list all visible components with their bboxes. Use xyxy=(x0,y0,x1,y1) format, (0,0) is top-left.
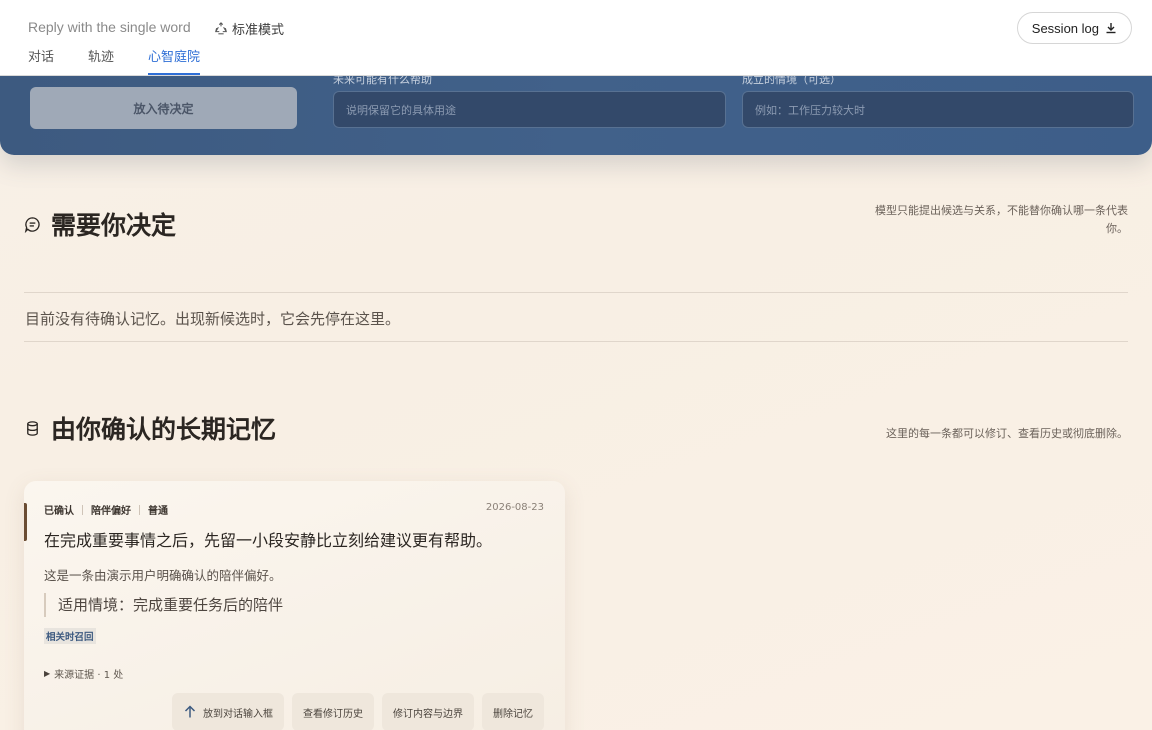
recycle-icon xyxy=(215,21,227,34)
tag-separator xyxy=(139,504,140,515)
divider xyxy=(24,292,1128,293)
status-badge: 已确认 xyxy=(44,506,74,517)
chat-bubble-icon xyxy=(24,216,40,233)
tab-trajectory[interactable]: 轨迹 xyxy=(88,46,114,75)
card-actions: 放到对话输入框 查看修订历史 修订内容与边界 删除记忆 xyxy=(172,693,544,730)
memory-title: 在完成重要事情之后，先留一小段安静比立刻给建议更有帮助。 xyxy=(44,531,493,550)
tab-chat[interactable]: 对话 xyxy=(28,46,54,75)
decide-section-header: 需要你决定 xyxy=(24,206,176,242)
session-log-button[interactable]: Session log xyxy=(1016,12,1132,44)
arrow-up-icon xyxy=(184,705,196,718)
send-to-input-button[interactable]: 放到对话输入框 xyxy=(172,693,284,730)
category-badge: 陪伴偏好 xyxy=(91,506,131,517)
memory-section-note: 这里的每一条都可以修订、查看历史或彻底删除。 xyxy=(886,427,1128,440)
download-icon xyxy=(1106,23,1116,34)
memory-description: 这是一条由演示用户明确确认的陪伴偏好。 xyxy=(44,568,282,583)
top-header: Reply with the single word 标准模式 Session … xyxy=(0,0,1152,76)
memory-context: 适用情境：完成重要任务后的陪伴 xyxy=(44,593,283,617)
context-input[interactable]: 例如：工作压力较大时 xyxy=(742,91,1134,128)
mode-selector[interactable]: 标准模式 xyxy=(214,19,284,38)
evidence-label: 来源证据 · 1 处 xyxy=(54,670,124,681)
memory-card: 已确认 陪伴偏好 普通 2026-08-23 在完成重要事情之后，先留一小段安静… xyxy=(24,481,565,730)
card-date: 2026-08-23 xyxy=(485,502,544,513)
tab-mind-garden[interactable]: 心智庭院 xyxy=(148,46,201,75)
decide-section-note: 模型只能提出候选与关系，不能替你确认哪一条代表你。 xyxy=(875,204,1128,235)
conversation-title: Reply with the single word xyxy=(28,19,191,35)
mode-label: 标准模式 xyxy=(232,23,285,38)
priority-badge: 普通 xyxy=(148,506,168,517)
card-tags: 已确认 陪伴偏好 普通 xyxy=(44,502,168,517)
database-icon xyxy=(27,420,38,436)
put-pending-button[interactable]: 放入待决定 xyxy=(30,87,297,129)
delete-memory-button[interactable]: 删除记忆 xyxy=(482,693,544,730)
view-history-button[interactable]: 查看修订历史 xyxy=(292,693,374,730)
disclosure-triangle-icon: ▶ xyxy=(44,669,51,678)
tab-bar: 对话 轨迹 心智庭院 xyxy=(28,46,201,75)
empty-state-text: 目前没有待确认记忆。出现新候选时，它会先停在这里。 xyxy=(25,310,401,328)
memory-section-title: 由你确认的长期记忆 xyxy=(51,415,277,444)
divider xyxy=(24,341,1128,342)
send-to-input-label: 放到对话输入框 xyxy=(203,708,273,720)
evidence-toggle[interactable]: ▶ 来源证据 · 1 处 xyxy=(44,666,123,681)
decide-section-title: 需要你决定 xyxy=(51,211,177,240)
recall-badge: 相关时召回 xyxy=(44,628,96,644)
usage-input[interactable]: 说明保留它的具体用途 xyxy=(333,91,726,128)
memory-section-header: 由你确认的长期记忆 xyxy=(24,410,276,446)
session-log-label: Session log xyxy=(1031,20,1099,36)
revise-button[interactable]: 修订内容与边界 xyxy=(382,693,474,730)
tag-separator xyxy=(82,504,83,515)
card-accent-bar xyxy=(24,503,27,541)
